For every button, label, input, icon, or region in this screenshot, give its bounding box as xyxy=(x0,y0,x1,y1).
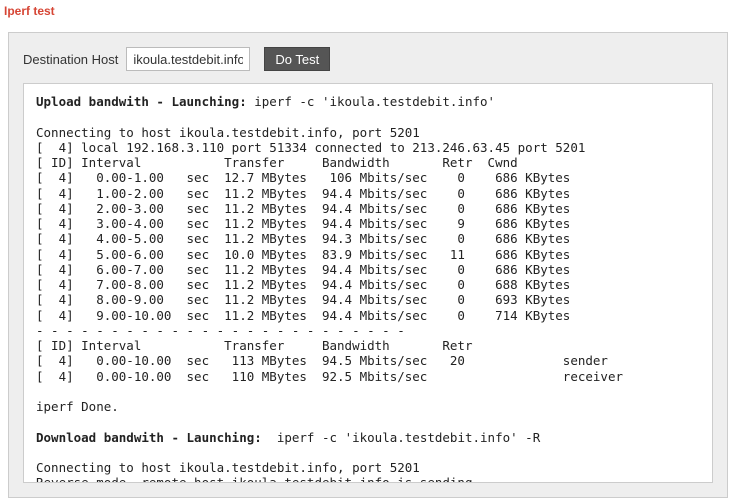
iperf-panel: Destination Host Do Test Upload bandwith… xyxy=(8,32,728,498)
form-row: Destination Host Do Test xyxy=(23,47,713,71)
destination-host-label: Destination Host xyxy=(23,52,118,67)
destination-host-input[interactable] xyxy=(126,47,250,71)
do-test-button[interactable]: Do Test xyxy=(264,47,330,71)
page-title: Iperf test xyxy=(0,0,736,22)
iperf-output[interactable]: Upload bandwith - Launching: iperf -c 'i… xyxy=(23,83,713,483)
